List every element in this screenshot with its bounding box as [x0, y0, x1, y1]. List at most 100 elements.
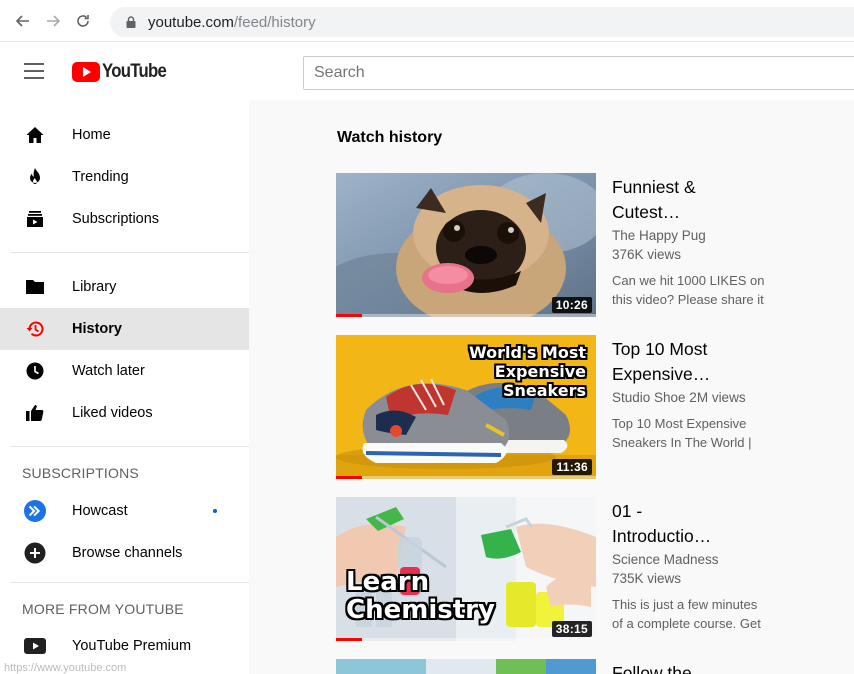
- video-channel[interactable]: Studio Shoe 2M views: [612, 388, 792, 407]
- sidebar-item-label: Watch later: [72, 363, 145, 379]
- video-thumbnail[interactable]: [336, 659, 596, 674]
- video-title[interactable]: Funniest & Cutest…: [612, 175, 792, 225]
- sidebar-item-label: Browse channels: [72, 545, 183, 561]
- watch-progress-bar: [336, 314, 362, 317]
- desc-line: Top 10 Most Expensive: [612, 416, 747, 431]
- video-item[interactable]: Follow the: [336, 659, 854, 674]
- video-meta: Follow the: [612, 661, 792, 674]
- new-content-dot: [213, 509, 217, 513]
- url-host: youtube.com: [148, 13, 234, 31]
- video-meta: 01 - Introductio… Science Madness 735K vi…: [612, 499, 792, 633]
- progress-track: [336, 476, 596, 479]
- video-channel[interactable]: Science Madness: [612, 550, 792, 569]
- flame-icon: [24, 166, 46, 188]
- sidebar-item-liked-videos[interactable]: Liked videos: [0, 392, 249, 434]
- overlay-line: Sneakers: [502, 381, 586, 400]
- reload-icon[interactable]: [70, 8, 96, 34]
- clock-icon: [24, 360, 46, 382]
- search-input[interactable]: [303, 56, 854, 90]
- watch-progress-bar: [336, 638, 362, 641]
- desc-line: Sneakers In The World |: [612, 435, 752, 450]
- sidebar-item-howcast[interactable]: Howcast: [0, 490, 249, 532]
- video-meta: Funniest & Cutest… The Happy Pug 376K vie…: [612, 175, 792, 309]
- video-title-line: Expensive…: [612, 364, 711, 384]
- sidebar-item-browse-channels[interactable]: Browse channels: [0, 532, 249, 574]
- desc-line: of a complete course. Get: [612, 616, 761, 631]
- folder-icon: [24, 276, 46, 298]
- desc-line: This is just a few minutes: [612, 597, 758, 612]
- video-title-line: Cutest…: [612, 202, 681, 222]
- logo-text: YouTube: [102, 61, 167, 82]
- sidebar-divider: [10, 582, 249, 583]
- pug-thumbnail-image: [336, 173, 596, 317]
- sidebar-divider: [10, 252, 249, 253]
- home-icon: [24, 124, 46, 146]
- masthead: YouTube: [0, 42, 854, 100]
- watch-progress-bar: [336, 476, 362, 479]
- forward-arrow-icon[interactable]: [40, 8, 66, 34]
- video-title[interactable]: Top 10 Most Expensive…: [612, 337, 792, 387]
- hamburger-menu-icon[interactable]: [24, 63, 44, 79]
- sidebar-item-history[interactable]: History: [0, 308, 249, 350]
- video-item[interactable]: 10:26 Funniest & Cutest… The Happy Pug 37…: [336, 173, 854, 317]
- history-icon: [24, 318, 46, 340]
- video-title[interactable]: Follow the: [612, 661, 792, 674]
- partial-thumbnail-image: [336, 659, 596, 674]
- sidebar-item-home[interactable]: Home: [0, 114, 249, 156]
- video-title[interactable]: 01 - Introductio…: [612, 499, 792, 549]
- youtube-logo[interactable]: YouTube: [72, 61, 175, 83]
- overlay-line: Expensive: [494, 362, 586, 381]
- main-content: Watch history 10:26 Funniest & Cutest… T…: [249, 100, 854, 674]
- video-title-line: 01 -: [612, 501, 643, 521]
- sidebar-item-label: Subscriptions: [72, 211, 160, 227]
- address-bar[interactable]: youtube.com/feed/history: [110, 7, 854, 37]
- progress-track: [336, 314, 596, 317]
- video-description: This is just a few minutes of a complete …: [612, 595, 782, 633]
- video-description: Top 10 Most Expensive Sneakers In The Wor…: [612, 414, 782, 452]
- plus-circle-icon: [24, 542, 46, 564]
- video-item[interactable]: World's Most Expensive Sneakers 11:36 To…: [336, 335, 854, 479]
- sidebar-item-trending[interactable]: Trending: [0, 156, 249, 198]
- overlay-line: Chemistry: [346, 595, 495, 625]
- video-views: 735K views: [612, 571, 682, 586]
- status-bar-url: https://www.youtube.com: [4, 662, 127, 674]
- youtube-premium-icon: [24, 635, 46, 657]
- video-title-line: Funniest &: [612, 177, 696, 197]
- video-duration: 11:36: [552, 459, 592, 475]
- video-description: Can we hit 1000 LIKES on this video? Plea…: [612, 271, 782, 309]
- desc-line: this video? Please share it: [612, 292, 764, 307]
- subscriptions-icon: [24, 208, 46, 230]
- thumbnail-overlay-text: Learn Chemistry: [346, 569, 495, 623]
- sidebar-item-label: Home: [72, 127, 111, 143]
- howcast-avatar-icon: [24, 500, 46, 522]
- sidebar: Home Trending Subscriptions Library Hist…: [0, 100, 249, 674]
- desc-line: Can we hit 1000 LIKES on: [612, 273, 765, 288]
- video-thumbnail[interactable]: Learn Chemistry 38:15: [336, 497, 596, 641]
- sidebar-item-label: Liked videos: [72, 405, 153, 421]
- sidebar-item-subscriptions[interactable]: Subscriptions: [0, 198, 249, 240]
- sidebar-item-label: YouTube Premium: [72, 638, 192, 654]
- sidebar-item-label: Howcast: [72, 503, 128, 519]
- sidebar-divider: [10, 446, 249, 447]
- sidebar-item-label: History: [72, 321, 122, 337]
- overlay-line: World's Most: [469, 343, 586, 362]
- subscriptions-section-title: SUBSCRIPTIONS: [22, 465, 139, 481]
- video-duration: 38:15: [551, 621, 592, 637]
- sidebar-item-youtube-premium[interactable]: YouTube Premium: [0, 625, 249, 667]
- video-duration: 10:26: [551, 297, 592, 313]
- video-thumbnail[interactable]: 10:26: [336, 173, 596, 317]
- page-title: Watch history: [337, 129, 443, 146]
- video-thumbnail[interactable]: World's Most Expensive Sneakers 11:36: [336, 335, 596, 479]
- video-views: 376K views: [612, 247, 682, 262]
- url-path: /feed/history: [233, 13, 316, 31]
- sidebar-item-library[interactable]: Library: [0, 266, 249, 308]
- back-arrow-icon[interactable]: [10, 8, 36, 34]
- sidebar-item-watch-later[interactable]: Watch later: [0, 350, 249, 392]
- video-item[interactable]: Learn Chemistry 38:15 01 - Introductio… S…: [336, 497, 854, 641]
- lock-icon: [126, 16, 136, 28]
- video-title-line: Introductio…: [612, 526, 712, 546]
- browser-toolbar: youtube.com/feed/history: [0, 0, 854, 42]
- sidebar-item-label: Library: [72, 279, 117, 295]
- progress-track: [336, 638, 596, 641]
- video-channel[interactable]: The Happy Pug: [612, 226, 792, 245]
